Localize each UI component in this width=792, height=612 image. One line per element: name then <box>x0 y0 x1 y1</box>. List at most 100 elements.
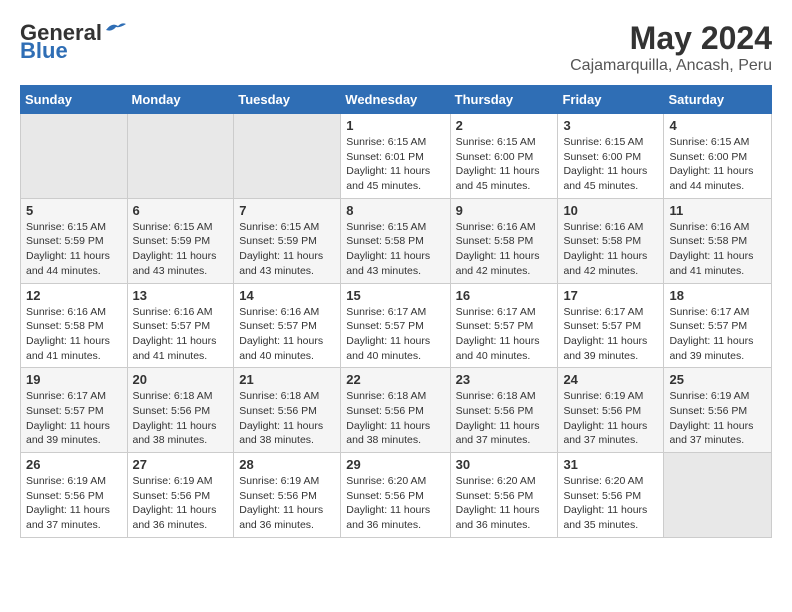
table-row: 22 Sunrise: 6:18 AM Sunset: 5:56 PM Dayli… <box>341 368 450 453</box>
day-number: 16 <box>456 288 553 303</box>
day-number: 12 <box>26 288 122 303</box>
day-info: Sunrise: 6:18 AM Sunset: 5:56 PM Dayligh… <box>133 389 229 448</box>
day-number: 6 <box>133 203 229 218</box>
day-number: 20 <box>133 372 229 387</box>
table-row: 14 Sunrise: 6:16 AM Sunset: 5:57 PM Dayli… <box>234 283 341 368</box>
day-info: Sunrise: 6:16 AM Sunset: 5:58 PM Dayligh… <box>669 220 766 279</box>
table-row: 8 Sunrise: 6:15 AM Sunset: 5:58 PM Daylig… <box>341 198 450 283</box>
day-info: Sunrise: 6:17 AM Sunset: 5:57 PM Dayligh… <box>346 305 444 364</box>
day-info: Sunrise: 6:16 AM Sunset: 5:58 PM Dayligh… <box>456 220 553 279</box>
table-row: 31 Sunrise: 6:20 AM Sunset: 5:56 PM Dayli… <box>558 453 664 538</box>
table-row: 13 Sunrise: 6:16 AM Sunset: 5:57 PM Dayli… <box>127 283 234 368</box>
col-saturday: Saturday <box>664 86 772 114</box>
day-number: 30 <box>456 457 553 472</box>
day-info: Sunrise: 6:19 AM Sunset: 5:56 PM Dayligh… <box>669 389 766 448</box>
day-number: 15 <box>346 288 444 303</box>
table-row <box>664 453 772 538</box>
col-tuesday: Tuesday <box>234 86 341 114</box>
table-row: 15 Sunrise: 6:17 AM Sunset: 5:57 PM Dayli… <box>341 283 450 368</box>
day-info: Sunrise: 6:20 AM Sunset: 5:56 PM Dayligh… <box>456 474 553 533</box>
day-info: Sunrise: 6:17 AM Sunset: 5:57 PM Dayligh… <box>669 305 766 364</box>
table-row: 7 Sunrise: 6:15 AM Sunset: 5:59 PM Daylig… <box>234 198 341 283</box>
table-row: 24 Sunrise: 6:19 AM Sunset: 5:56 PM Dayli… <box>558 368 664 453</box>
table-row: 2Sunrise: 6:15 AM Sunset: 6:00 PM Daylig… <box>450 114 558 199</box>
calendar-subtitle: Cajamarquilla, Ancash, Peru <box>570 57 772 75</box>
day-number: 13 <box>133 288 229 303</box>
day-info: Sunrise: 6:19 AM Sunset: 5:56 PM Dayligh… <box>133 474 229 533</box>
table-row: 5 Sunrise: 6:15 AM Sunset: 5:59 PM Daylig… <box>21 198 128 283</box>
day-number: 23 <box>456 372 553 387</box>
day-number: 25 <box>669 372 766 387</box>
day-number: 29 <box>346 457 444 472</box>
day-number: 10 <box>563 203 658 218</box>
calendar-week-row: 19 Sunrise: 6:17 AM Sunset: 5:57 PM Dayli… <box>21 368 772 453</box>
day-info: Sunrise: 6:20 AM Sunset: 5:56 PM Dayligh… <box>563 474 658 533</box>
day-number: 4 <box>669 118 766 133</box>
day-number: 31 <box>563 457 658 472</box>
day-number: 22 <box>346 372 444 387</box>
day-number: 8 <box>346 203 444 218</box>
day-info: Sunrise: 6:17 AM Sunset: 5:57 PM Dayligh… <box>563 305 658 364</box>
calendar-week-row: 12Sunrise: 6:16 AM Sunset: 5:58 PM Dayli… <box>21 283 772 368</box>
logo: General Blue <box>20 20 126 64</box>
table-row: 26 Sunrise: 6:19 AM Sunset: 5:56 PM Dayli… <box>21 453 128 538</box>
table-row: 25 Sunrise: 6:19 AM Sunset: 5:56 PM Dayli… <box>664 368 772 453</box>
logo-blue: Blue <box>20 38 68 64</box>
day-number: 14 <box>239 288 335 303</box>
day-info: Sunrise: 6:20 AM Sunset: 5:56 PM Dayligh… <box>346 474 444 533</box>
col-wednesday: Wednesday <box>341 86 450 114</box>
table-row: 16 Sunrise: 6:17 AM Sunset: 5:57 PM Dayli… <box>450 283 558 368</box>
day-info: Sunrise: 6:15 AM Sunset: 6:00 PM Dayligh… <box>563 135 658 194</box>
day-info: Sunrise: 6:17 AM Sunset: 5:57 PM Dayligh… <box>26 389 122 448</box>
day-info: Sunrise: 6:18 AM Sunset: 5:56 PM Dayligh… <box>346 389 444 448</box>
day-info: Sunrise: 6:16 AM Sunset: 5:57 PM Dayligh… <box>133 305 229 364</box>
table-row: 21Sunrise: 6:18 AM Sunset: 5:56 PM Dayli… <box>234 368 341 453</box>
day-info: Sunrise: 6:19 AM Sunset: 5:56 PM Dayligh… <box>563 389 658 448</box>
table-row: 12Sunrise: 6:16 AM Sunset: 5:58 PM Dayli… <box>21 283 128 368</box>
day-number: 24 <box>563 372 658 387</box>
table-row <box>127 114 234 199</box>
day-number: 1 <box>346 118 444 133</box>
day-info: Sunrise: 6:19 AM Sunset: 5:56 PM Dayligh… <box>26 474 122 533</box>
title-block: May 2024 Cajamarquilla, Ancash, Peru <box>570 20 772 75</box>
day-number: 11 <box>669 203 766 218</box>
day-info: Sunrise: 6:15 AM Sunset: 6:01 PM Dayligh… <box>346 135 444 194</box>
table-row: 29 Sunrise: 6:20 AM Sunset: 5:56 PM Dayli… <box>341 453 450 538</box>
table-row: 28Sunrise: 6:19 AM Sunset: 5:56 PM Dayli… <box>234 453 341 538</box>
page-header: General Blue May 2024 Cajamarquilla, Anc… <box>20 20 772 75</box>
day-number: 9 <box>456 203 553 218</box>
day-info: Sunrise: 6:17 AM Sunset: 5:57 PM Dayligh… <box>456 305 553 364</box>
col-monday: Monday <box>127 86 234 114</box>
day-number: 18 <box>669 288 766 303</box>
table-row <box>234 114 341 199</box>
day-info: Sunrise: 6:15 AM Sunset: 5:58 PM Dayligh… <box>346 220 444 279</box>
table-row: 18 Sunrise: 6:17 AM Sunset: 5:57 PM Dayli… <box>664 283 772 368</box>
table-row: 19 Sunrise: 6:17 AM Sunset: 5:57 PM Dayli… <box>21 368 128 453</box>
calendar-week-row: 5 Sunrise: 6:15 AM Sunset: 5:59 PM Daylig… <box>21 198 772 283</box>
table-row: 27Sunrise: 6:19 AM Sunset: 5:56 PM Dayli… <box>127 453 234 538</box>
day-info: Sunrise: 6:15 AM Sunset: 5:59 PM Dayligh… <box>239 220 335 279</box>
day-number: 26 <box>26 457 122 472</box>
day-number: 7 <box>239 203 335 218</box>
table-row: 4 Sunrise: 6:15 AM Sunset: 6:00 PM Daylig… <box>664 114 772 199</box>
day-info: Sunrise: 6:15 AM Sunset: 5:59 PM Dayligh… <box>26 220 122 279</box>
col-friday: Friday <box>558 86 664 114</box>
day-number: 19 <box>26 372 122 387</box>
day-info: Sunrise: 6:16 AM Sunset: 5:57 PM Dayligh… <box>239 305 335 364</box>
table-row: 6Sunrise: 6:15 AM Sunset: 5:59 PM Daylig… <box>127 198 234 283</box>
table-row: 20 Sunrise: 6:18 AM Sunset: 5:56 PM Dayli… <box>127 368 234 453</box>
table-row <box>21 114 128 199</box>
day-info: Sunrise: 6:16 AM Sunset: 5:58 PM Dayligh… <box>563 220 658 279</box>
day-info: Sunrise: 6:19 AM Sunset: 5:56 PM Dayligh… <box>239 474 335 533</box>
table-row: 1 Sunrise: 6:15 AM Sunset: 6:01 PM Daylig… <box>341 114 450 199</box>
calendar-week-row: 1 Sunrise: 6:15 AM Sunset: 6:01 PM Daylig… <box>21 114 772 199</box>
day-info: Sunrise: 6:18 AM Sunset: 5:56 PM Dayligh… <box>239 389 335 448</box>
calendar-title: May 2024 <box>570 20 772 57</box>
table-row: 3Sunrise: 6:15 AM Sunset: 6:00 PM Daylig… <box>558 114 664 199</box>
day-info: Sunrise: 6:15 AM Sunset: 6:00 PM Dayligh… <box>669 135 766 194</box>
col-sunday: Sunday <box>21 86 128 114</box>
table-row: 9 Sunrise: 6:16 AM Sunset: 5:58 PM Daylig… <box>450 198 558 283</box>
table-row: 17Sunrise: 6:17 AM Sunset: 5:57 PM Dayli… <box>558 283 664 368</box>
day-number: 5 <box>26 203 122 218</box>
logo-bird-icon <box>104 20 126 38</box>
